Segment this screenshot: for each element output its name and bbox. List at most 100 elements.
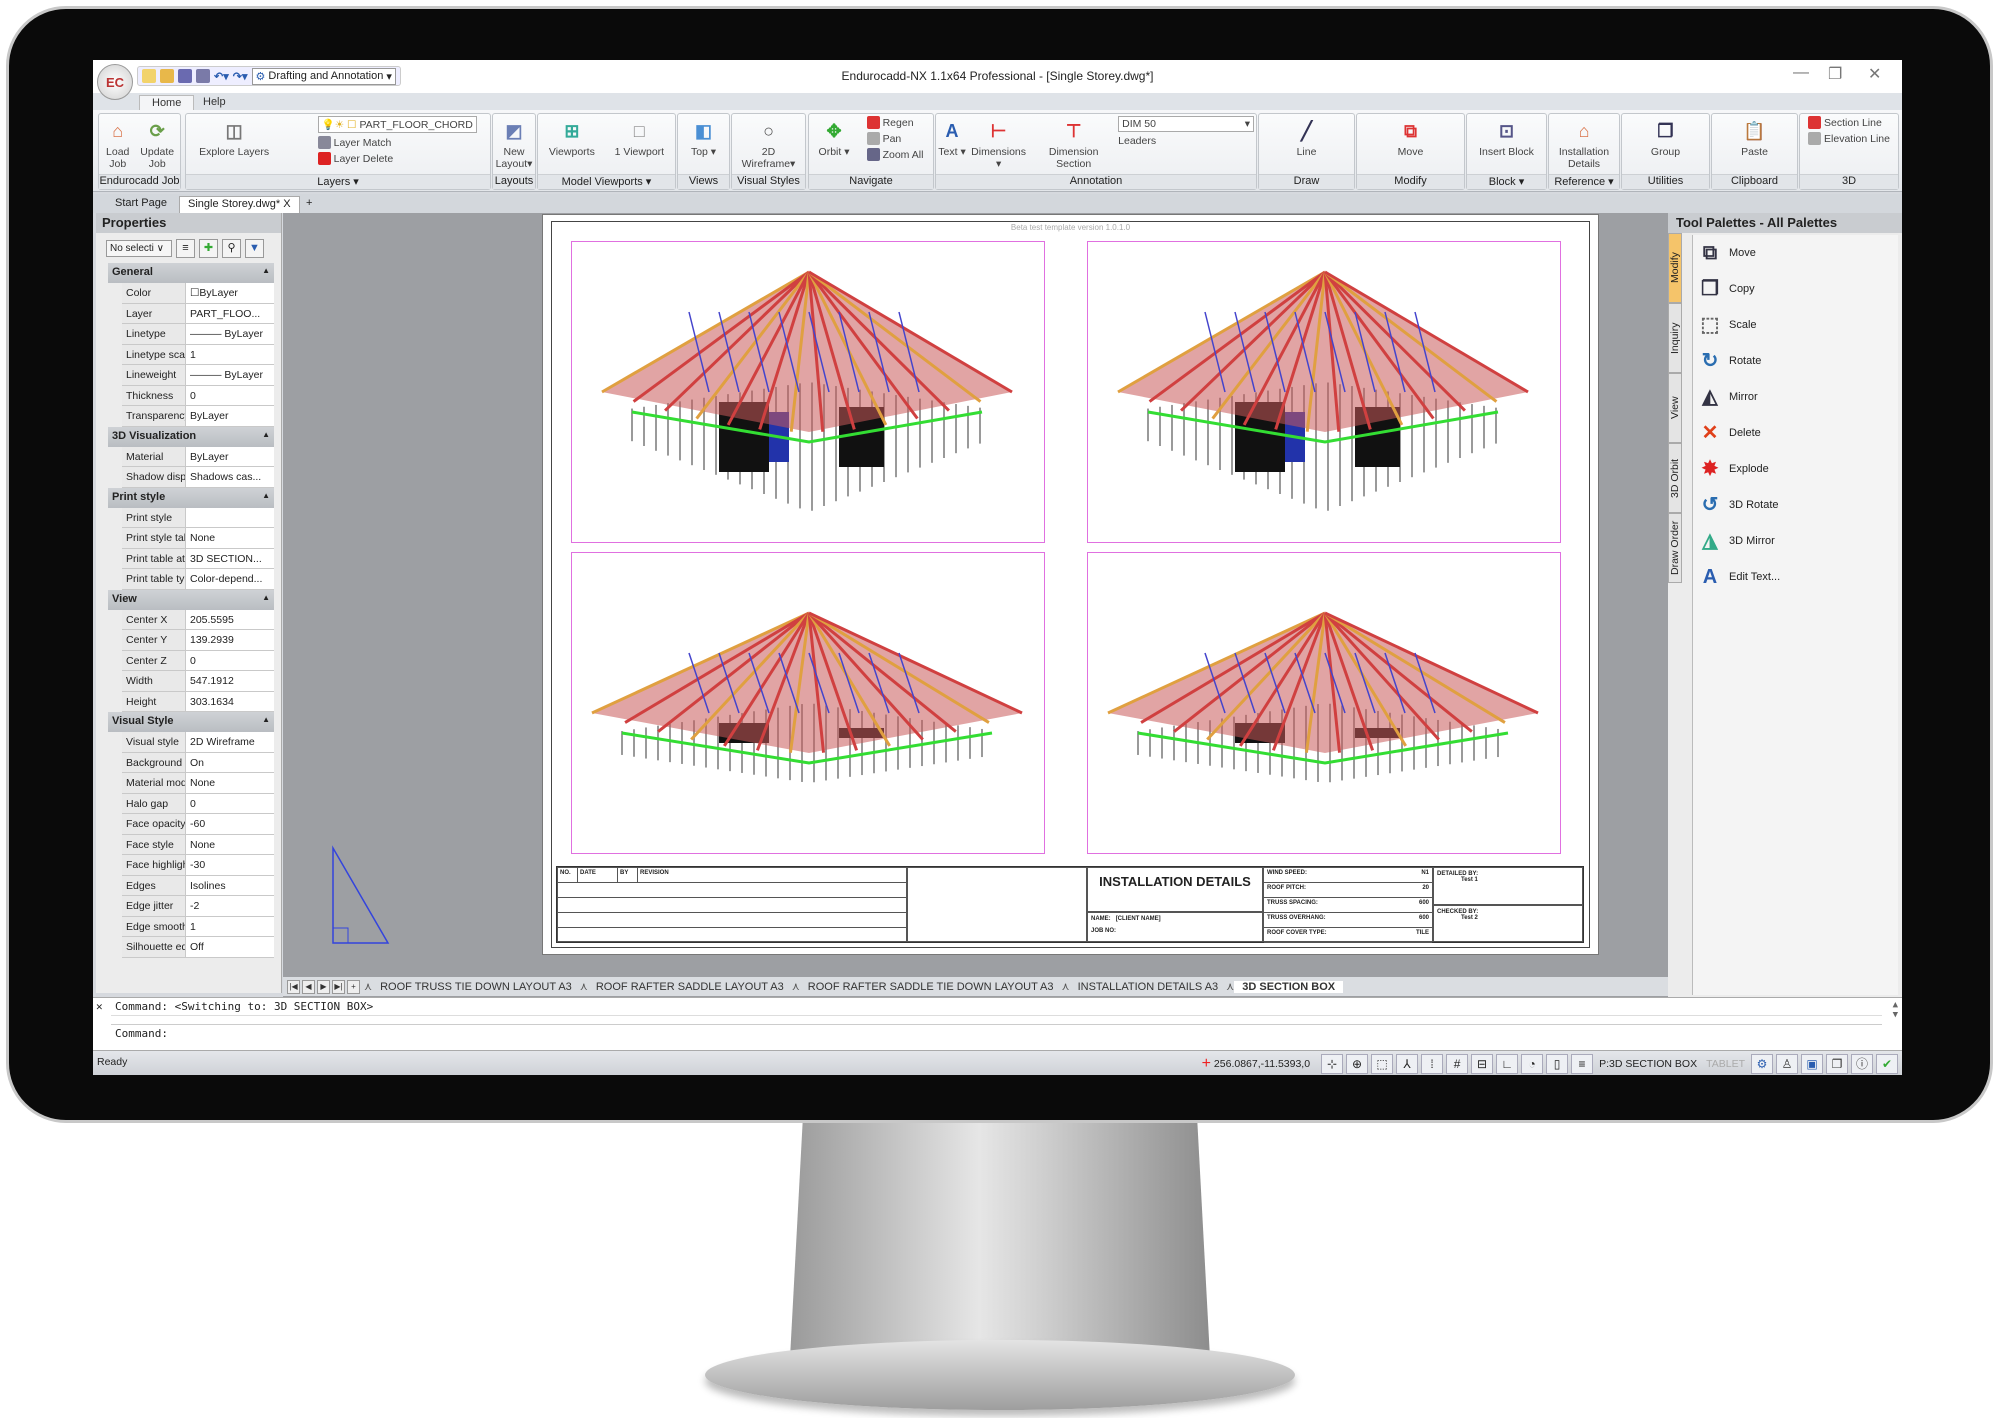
- save-icon[interactable]: [178, 69, 192, 83]
- save-as-icon[interactable]: [196, 69, 210, 83]
- ribbon-viewports-button[interactable]: ⊞ Viewports: [549, 116, 595, 158]
- layout-indicator[interactable]: P:3D SECTION BOX: [1596, 1058, 1700, 1070]
- ribbon-elevation-line-button[interactable]: Elevation Line: [1808, 132, 1890, 145]
- ribbon-leaders-button[interactable]: Leaders: [1118, 135, 1254, 147]
- palette-item-3d-mirror[interactable]: ◮ 3D Mirror: [1693, 523, 1898, 559]
- workspace-select[interactable]: ⚙ Drafting and Annotation ▾: [251, 67, 396, 85]
- property-value[interactable]: -30: [186, 855, 274, 875]
- ribbon-dimensions-button[interactable]: ⊢ Dimensions ▾: [968, 116, 1029, 170]
- dyn-icon[interactable]: ∟: [1496, 1054, 1519, 1074]
- property-value[interactable]: 2D Wireframe: [186, 732, 274, 752]
- palette-item-mirror[interactable]: ◭ Mirror: [1693, 379, 1898, 415]
- ribbon-installation-details-button[interactable]: ⌂ Installation Details: [1551, 116, 1617, 170]
- ribbon-orbit-button[interactable]: ✥ Orbit ▾: [819, 116, 850, 158]
- qp-icon[interactable]: ▯: [1546, 1054, 1569, 1074]
- layout-tab-roof-rafter-saddle-layout-a3[interactable]: ROOF RAFTER SADDLE LAYOUT A3: [588, 981, 792, 993]
- property-value[interactable]: PART_FLOO...: [186, 303, 274, 323]
- property-value[interactable]: 205.5595: [186, 609, 274, 629]
- property-value[interactable]: Color-depend...: [186, 569, 274, 589]
- property-value[interactable]: -2: [186, 896, 274, 916]
- tab-single-storey[interactable]: Single Storey.dwg* X: [179, 196, 300, 213]
- tablet-indicator[interactable]: TABLET: [1703, 1058, 1748, 1070]
- ribbon-top-button[interactable]: ◧ Top ▾: [690, 116, 718, 158]
- add-tab-button[interactable]: +: [298, 196, 320, 213]
- viewport-2[interactable]: [1087, 241, 1561, 543]
- ribbon-paste-button[interactable]: 📋 Paste: [1741, 116, 1769, 158]
- ribbon-zoom-all-button[interactable]: Zoom All: [866, 148, 923, 161]
- user-icon[interactable]: ♙: [1776, 1054, 1798, 1074]
- workspace-icon[interactable]: ▣: [1801, 1054, 1823, 1074]
- ribbon-regen-button[interactable]: Regen: [866, 116, 924, 129]
- ortho-icon[interactable]: ⬚: [1371, 1054, 1394, 1074]
- snap-icon[interactable]: ⊹: [1321, 1054, 1344, 1074]
- info-icon[interactable]: ⓘ: [1851, 1054, 1873, 1074]
- close-tab-icon[interactable]: X: [283, 198, 290, 210]
- selection-dropdown[interactable]: No selecti ∨: [106, 239, 172, 257]
- select-objects-icon[interactable]: ✚: [199, 238, 218, 258]
- palette-tab-view[interactable]: View: [1668, 373, 1682, 443]
- tmode-icon[interactable]: ◔: [1521, 1054, 1544, 1074]
- ribbon-new-layout-button[interactable]: ◩ New Layout▾: [495, 116, 533, 170]
- property-value[interactable]: Shadows cas...: [186, 467, 274, 487]
- command-input[interactable]: Command:: [111, 1024, 1882, 1042]
- lineweight-list-icon[interactable]: ≡: [1571, 1054, 1594, 1074]
- new-icon[interactable]: [142, 69, 156, 83]
- lineweight-icon[interactable]: ⊟: [1471, 1054, 1494, 1074]
- property-value[interactable]: 0: [186, 385, 274, 405]
- layout-tab-roof-rafter-saddle-tie-down-layout-a3[interactable]: ROOF RAFTER SADDLE TIE DOWN LAYOUT A3: [800, 981, 1062, 993]
- ribbon-update-job-button[interactable]: ⟳ Update Job: [136, 116, 178, 170]
- palette-item-edit-text[interactable]: A Edit Text...: [1693, 559, 1898, 595]
- palette-item-delete[interactable]: ✕ Delete: [1693, 415, 1898, 451]
- otrack-icon[interactable]: #: [1446, 1054, 1469, 1074]
- ribbon-1-viewport-button[interactable]: □ 1 Viewport: [615, 116, 664, 158]
- palette-tab-inquiry[interactable]: Inquiry: [1668, 303, 1682, 373]
- close-command-icon[interactable]: ✕: [96, 1000, 103, 1013]
- ribbon-pan-button[interactable]: Pan: [866, 132, 924, 145]
- minimize-button[interactable]: —: [1793, 64, 1809, 82]
- next-layout-button[interactable]: ▶: [317, 979, 330, 994]
- palette-tab-modify[interactable]: Modify: [1668, 233, 1682, 303]
- coordinates-readout[interactable]: 256.0867,-11.5393,0: [1214, 1058, 1310, 1070]
- quick-select-icon[interactable]: ⚲: [222, 238, 241, 258]
- property-value[interactable]: [186, 507, 274, 527]
- section-view[interactable]: View ▲: [108, 589, 274, 610]
- command-scrollbar[interactable]: ▲ ▼: [1893, 1000, 1898, 1020]
- viewport-1[interactable]: [571, 241, 1045, 543]
- property-value[interactable]: None: [186, 834, 274, 854]
- windows-icon[interactable]: ❐: [1826, 1054, 1848, 1074]
- polar-icon[interactable]: ⅄: [1396, 1054, 1419, 1074]
- property-value[interactable]: 1: [186, 344, 274, 364]
- ribbon-move-button[interactable]: ⧉ Move: [1397, 116, 1425, 158]
- layout-tab-3d-section-box[interactable]: 3D SECTION BOX: [1234, 980, 1344, 993]
- property-value[interactable]: 0: [186, 793, 274, 813]
- first-layout-button[interactable]: |◀: [287, 979, 300, 994]
- layer-dropdown[interactable]: 💡☀ ☐ PART_FLOOR_CHORD: [317, 116, 477, 133]
- ribbon-insert-block-button[interactable]: ⊡ Insert Block: [1479, 116, 1534, 158]
- grid-icon[interactable]: ⊕: [1346, 1054, 1369, 1074]
- dim-style-dropdown[interactable]: DIM 50 ▾: [1118, 116, 1254, 132]
- layout-tab-roof-truss-tie-down-layout-a3[interactable]: ROOF TRUSS TIE DOWN LAYOUT A3: [372, 981, 580, 993]
- property-value[interactable]: On: [186, 752, 274, 772]
- property-value[interactable]: 1: [186, 916, 274, 936]
- ribbon-dimension-section-button[interactable]: ⊤ Dimension Section: [1031, 116, 1116, 170]
- palette-tab-draw-order[interactable]: Draw Order: [1668, 513, 1682, 583]
- ribbon-layer-delete-button[interactable]: Layer Delete: [317, 152, 477, 165]
- property-value[interactable]: Isolines: [186, 875, 274, 895]
- collapse-icon[interactable]: ▲: [262, 593, 270, 607]
- section-visual-style[interactable]: Visual Style ▲: [108, 712, 274, 732]
- add-layout-button[interactable]: +: [347, 979, 360, 994]
- restore-button[interactable]: ❐: [1828, 64, 1842, 84]
- palette-item-move[interactable]: ⧉ Move: [1693, 235, 1898, 271]
- viewport-4[interactable]: [1087, 552, 1561, 854]
- collapse-icon[interactable]: ▲: [262, 491, 270, 505]
- property-value[interactable]: Off: [186, 937, 274, 957]
- layout-tab-installation-details-a3[interactable]: INSTALLATION DETAILS A3: [1070, 981, 1227, 993]
- section-3d-visualization[interactable]: 3D Visualization ▲: [108, 426, 274, 447]
- palette-item-explode[interactable]: ✸ Explode: [1693, 451, 1898, 487]
- collapse-icon[interactable]: ▲: [262, 266, 270, 280]
- property-value[interactable]: 303.1634: [186, 691, 274, 711]
- open-icon[interactable]: [160, 69, 174, 83]
- property-value[interactable]: 0: [186, 650, 274, 670]
- osnap-icon[interactable]: ⁞: [1421, 1054, 1444, 1074]
- property-value[interactable]: None: [186, 773, 274, 793]
